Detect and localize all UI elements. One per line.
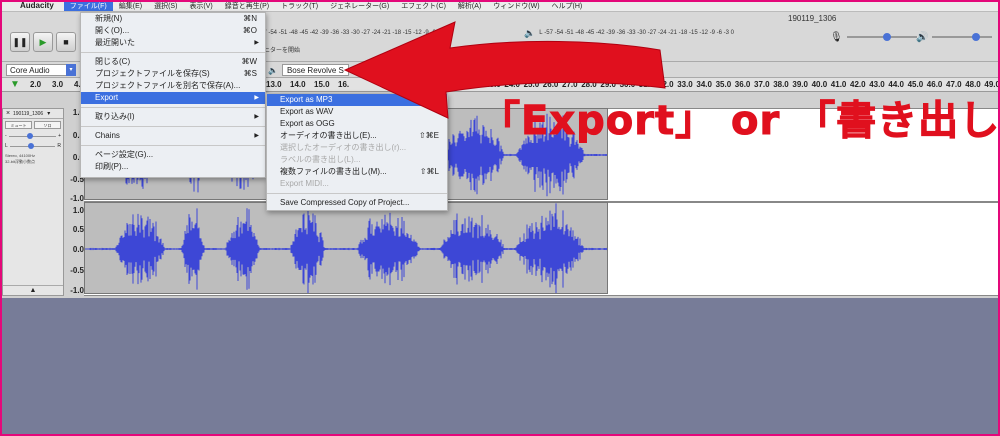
annotation-arrow-icon <box>343 21 666 119</box>
annotation-text: 「Export」 or 「書き出し」 <box>479 98 1000 145</box>
